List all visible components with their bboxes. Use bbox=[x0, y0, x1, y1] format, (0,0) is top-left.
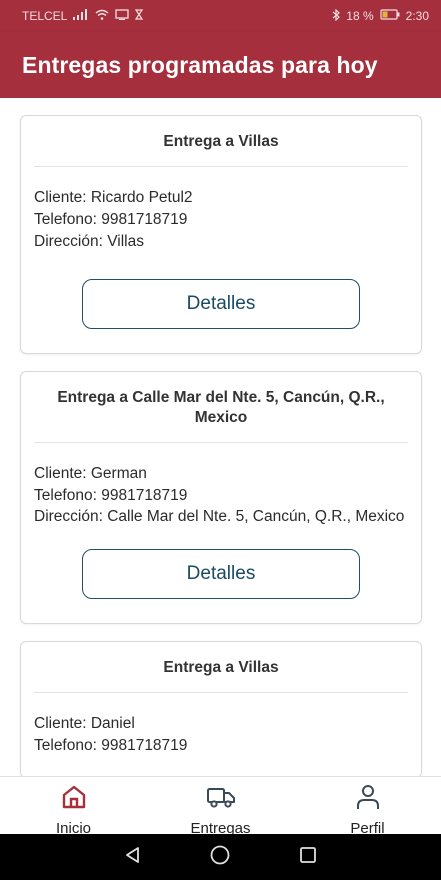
nav-item-entregas[interactable]: Entregas bbox=[147, 777, 294, 837]
delivery-card: Entrega a Villas Cliente: Daniel Telefon… bbox=[20, 641, 422, 776]
delivery-title: Entrega a Villas bbox=[34, 642, 408, 693]
delivery-client: Cliente: Ricardo Petul2 bbox=[34, 189, 193, 206]
recents-icon[interactable] bbox=[298, 845, 318, 870]
nav-item-inicio[interactable]: Inicio bbox=[0, 777, 147, 837]
app-header: Entregas programadas para hoy bbox=[0, 32, 441, 98]
system-navigation-bar bbox=[0, 834, 441, 880]
carrier-label: TELCEL bbox=[22, 9, 68, 23]
page-title: Entregas programadas para hoy bbox=[22, 51, 378, 78]
delivery-address: Dirección: Villas bbox=[34, 233, 144, 250]
bluetooth-icon bbox=[332, 8, 341, 24]
wifi-icon bbox=[95, 9, 109, 23]
cast-icon bbox=[115, 9, 130, 23]
bottom-navigation: Inicio Entregas Perfil bbox=[0, 776, 441, 837]
person-icon bbox=[353, 782, 383, 817]
truck-icon bbox=[206, 782, 236, 817]
delivery-address: Dirección: Calle Mar del Nte. 5, Cancún,… bbox=[34, 508, 405, 525]
clock: 2:30 bbox=[405, 9, 429, 23]
delivery-card: Entrega a Calle Mar del Nte. 5, Cancún, … bbox=[20, 371, 422, 624]
home-icon bbox=[59, 782, 89, 817]
details-button[interactable]: Detalles bbox=[82, 549, 360, 599]
details-button[interactable]: Detalles bbox=[82, 279, 360, 329]
battery-percent: 18 % bbox=[346, 9, 374, 23]
delivery-phone: Telefono: 9981718719 bbox=[34, 211, 188, 228]
delivery-client: Cliente: German bbox=[34, 465, 147, 482]
delivery-phone: Telefono: 9981718719 bbox=[34, 737, 188, 754]
delivery-client: Cliente: Daniel bbox=[34, 715, 135, 732]
home-circle-icon[interactable] bbox=[209, 844, 231, 871]
delivery-card: Entrega a Villas Cliente: Ricardo Petul2… bbox=[20, 115, 422, 354]
hourglass-icon bbox=[135, 9, 144, 23]
delivery-phone: Telefono: 9981718719 bbox=[34, 487, 188, 504]
delivery-title: Entrega a Villas bbox=[34, 116, 408, 167]
deliveries-list[interactable]: Entrega a Villas Cliente: Ricardo Petul2… bbox=[0, 98, 441, 776]
back-icon[interactable] bbox=[123, 845, 143, 870]
nav-item-perfil[interactable]: Perfil bbox=[294, 777, 441, 837]
battery-icon bbox=[380, 9, 400, 23]
status-bar: TELCEL 18 % 2:30 bbox=[0, 0, 441, 32]
signal-icon bbox=[73, 9, 89, 23]
delivery-title: Entrega a Calle Mar del Nte. 5, Cancún, … bbox=[34, 372, 408, 443]
